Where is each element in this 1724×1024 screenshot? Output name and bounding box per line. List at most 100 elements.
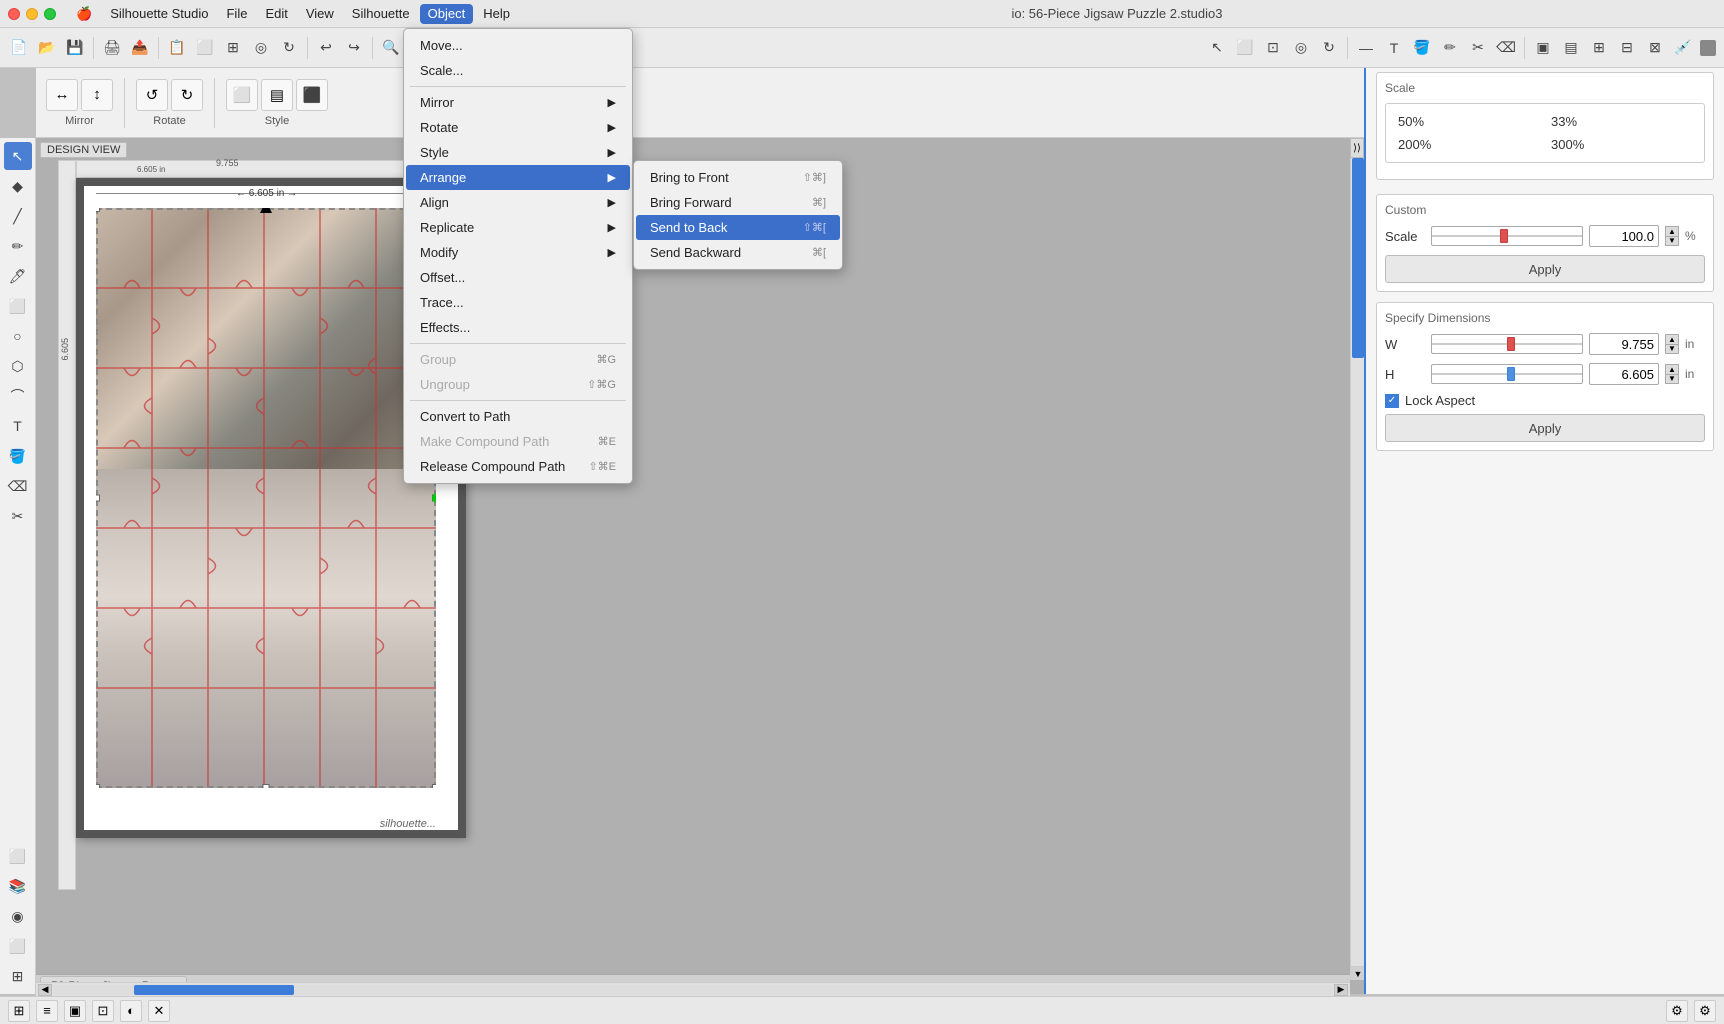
toolbar-eraser-r[interactable]: ⌫ xyxy=(1493,35,1519,61)
tool-media[interactable]: ⬜ xyxy=(4,842,32,870)
toolbar-eyedrop[interactable]: 💉 xyxy=(1670,35,1696,61)
scale-slider[interactable] xyxy=(1431,226,1583,246)
status-align-btn[interactable]: ≡ xyxy=(36,1000,58,1022)
menu-trace[interactable]: Trace... xyxy=(406,290,630,315)
menu-edit[interactable]: Edit xyxy=(257,4,295,24)
toolbar-panel5[interactable]: ⊠ xyxy=(1642,35,1668,61)
w-step-up[interactable]: ▲ xyxy=(1665,334,1679,344)
w-input[interactable] xyxy=(1589,333,1659,355)
submenu-send-back[interactable]: Send to Back ⇧⌘[ xyxy=(636,215,840,240)
apply-dimensions-button[interactable]: Apply xyxy=(1385,414,1705,442)
menu-silhouette[interactable]: Silhouette xyxy=(344,4,418,24)
toolbar-media[interactable]: ⬜ xyxy=(192,35,218,61)
minimize-button[interactable] xyxy=(26,8,38,20)
preferences-btn[interactable]: ⚙ xyxy=(1694,1000,1716,1022)
tool-text[interactable]: T xyxy=(4,412,32,440)
preset-33[interactable]: 33% xyxy=(1547,112,1696,131)
toolbar-fill-r[interactable]: 🪣 xyxy=(1409,35,1435,61)
tool-eraser[interactable]: ⌫ xyxy=(4,472,32,500)
vscroll-thumb[interactable] xyxy=(1352,158,1364,358)
toolbar-select-r[interactable]: ⬜ xyxy=(1232,35,1258,61)
tool-polygon[interactable]: ⬡ xyxy=(4,352,32,380)
status-group-btn[interactable]: ▣ xyxy=(64,1000,86,1022)
toolbar-page[interactable]: 📋 xyxy=(164,35,190,61)
toolbar-panel1[interactable]: ▣ xyxy=(1530,35,1556,61)
mirror-v-btn[interactable]: ↕ xyxy=(81,79,113,111)
submenu-send-backward[interactable]: Send Backward ⌘[ xyxy=(636,240,840,265)
close-button[interactable] xyxy=(8,8,20,20)
status-grid-btn[interactable]: ⊞ xyxy=(8,1000,30,1022)
rotate-cw-btn[interactable]: ↻ xyxy=(171,79,203,111)
w-stepper[interactable]: ▲ ▼ xyxy=(1665,334,1679,354)
h-input[interactable] xyxy=(1589,363,1659,385)
toolbar-undo[interactable]: ↩ xyxy=(313,35,339,61)
menu-arrange[interactable]: Arrange ▶ xyxy=(406,165,630,190)
tool-ellipse[interactable]: ○ xyxy=(4,322,32,350)
h-step-up[interactable]: ▲ xyxy=(1665,364,1679,374)
apply-scale-button[interactable]: Apply xyxy=(1385,255,1705,283)
vscroll-down-btn[interactable]: ▼ xyxy=(1351,966,1365,980)
tool-knife[interactable]: ✂ xyxy=(4,502,32,530)
hscroll-thumb[interactable] xyxy=(134,985,294,995)
style-btn3[interactable]: ⬛ xyxy=(296,79,328,111)
status-compound-btn[interactable]: ◐ xyxy=(120,1000,142,1022)
menu-file[interactable]: File xyxy=(218,4,255,24)
toolbar-save[interactable]: 💾 xyxy=(62,35,88,61)
menu-group[interactable]: Group ⌘G xyxy=(406,347,630,372)
toolbar-pointer-r[interactable]: ↖ xyxy=(1204,35,1230,61)
lock-aspect-checkbox[interactable]: ✓ xyxy=(1385,394,1399,408)
scale-step-up[interactable]: ▲ xyxy=(1665,226,1679,236)
toolbar-print[interactable]: 🖨 xyxy=(99,35,125,61)
h-slider[interactable] xyxy=(1431,364,1583,384)
toolbar-snap-r[interactable]: ◎ xyxy=(1288,35,1314,61)
toolbar-snap[interactable]: ◎ xyxy=(248,35,274,61)
menu-rotate[interactable]: Rotate ▶ xyxy=(406,115,630,140)
toolbar-rotate-r[interactable]: ↻ xyxy=(1316,35,1342,61)
scale-input[interactable] xyxy=(1589,225,1659,247)
tool-trace2[interactable]: ◉ xyxy=(4,902,32,930)
tool-pointer[interactable]: ↖ xyxy=(4,142,32,170)
style-btn2[interactable]: ▤ xyxy=(261,79,293,111)
menu-ungroup[interactable]: Ungroup ⇧⌘G xyxy=(406,372,630,397)
tool-fill[interactable]: 🪣 xyxy=(4,442,32,470)
menu-mirror[interactable]: Mirror ▶ xyxy=(406,90,630,115)
status-release-btn[interactable]: ✕ xyxy=(148,1000,170,1022)
menu-object[interactable]: Object xyxy=(420,4,474,24)
menu-make-compound[interactable]: Make Compound Path ⌘E xyxy=(406,429,630,454)
toolbar-panel2[interactable]: ▤ xyxy=(1558,35,1584,61)
menu-scale[interactable]: Scale... xyxy=(406,58,630,83)
submenu-bring-front[interactable]: Bring to Front ⇧⌘] xyxy=(636,165,840,190)
tool-curve[interactable]: ⌒ xyxy=(4,382,32,410)
menu-style[interactable]: Style ▶ xyxy=(406,140,630,165)
tool-calligraphy[interactable]: 🖊 xyxy=(4,262,32,290)
submenu-bring-forward[interactable]: Bring Forward ⌘] xyxy=(636,190,840,215)
toolbar-new[interactable]: 📄 xyxy=(6,35,32,61)
hscroll-right-btn[interactable]: ▶ xyxy=(1334,984,1348,996)
toolbar-stroke-r[interactable]: ✏ xyxy=(1437,35,1463,61)
tool-line[interactable]: ╱ xyxy=(4,202,32,230)
tool-grid2[interactable]: ⊞ xyxy=(4,962,32,990)
status-ungroup-btn[interactable]: ⊡ xyxy=(92,1000,114,1022)
menu-apple[interactable]: 🍎 xyxy=(68,4,100,24)
toolbar-rotate2[interactable]: ↻ xyxy=(276,35,302,61)
toolbar-send[interactable]: 📤 xyxy=(127,35,153,61)
menu-modify[interactable]: Modify ▶ xyxy=(406,240,630,265)
h-step-down[interactable]: ▼ xyxy=(1665,374,1679,384)
toolbar-lasso-r[interactable]: ⊡ xyxy=(1260,35,1286,61)
toolbar-open[interactable]: 📂 xyxy=(34,35,60,61)
scale-stepper[interactable]: ▲ ▼ xyxy=(1665,226,1679,246)
menu-move[interactable]: Move... xyxy=(406,33,630,58)
preset-200[interactable]: 200% xyxy=(1394,135,1543,154)
h-stepper[interactable]: ▲ ▼ xyxy=(1665,364,1679,384)
toolbar-panel4[interactable]: ⊟ xyxy=(1614,35,1640,61)
menu-release-compound[interactable]: Release Compound Path ⇧⌘E xyxy=(406,454,630,479)
menu-align[interactable]: Align ▶ xyxy=(406,190,630,215)
rotate-ccw-btn[interactable]: ↺ xyxy=(136,79,168,111)
maximize-button[interactable] xyxy=(44,8,56,20)
tool-library[interactable]: 📚 xyxy=(4,872,32,900)
toolbar-redo[interactable]: ↪ xyxy=(341,35,367,61)
w-step-down[interactable]: ▼ xyxy=(1665,344,1679,354)
hscroll-left-btn[interactable]: ◀ xyxy=(38,984,52,996)
toolbar-grid[interactable]: ⊞ xyxy=(220,35,246,61)
vertical-scrollbar[interactable]: ▲ ▼ xyxy=(1350,138,1364,980)
